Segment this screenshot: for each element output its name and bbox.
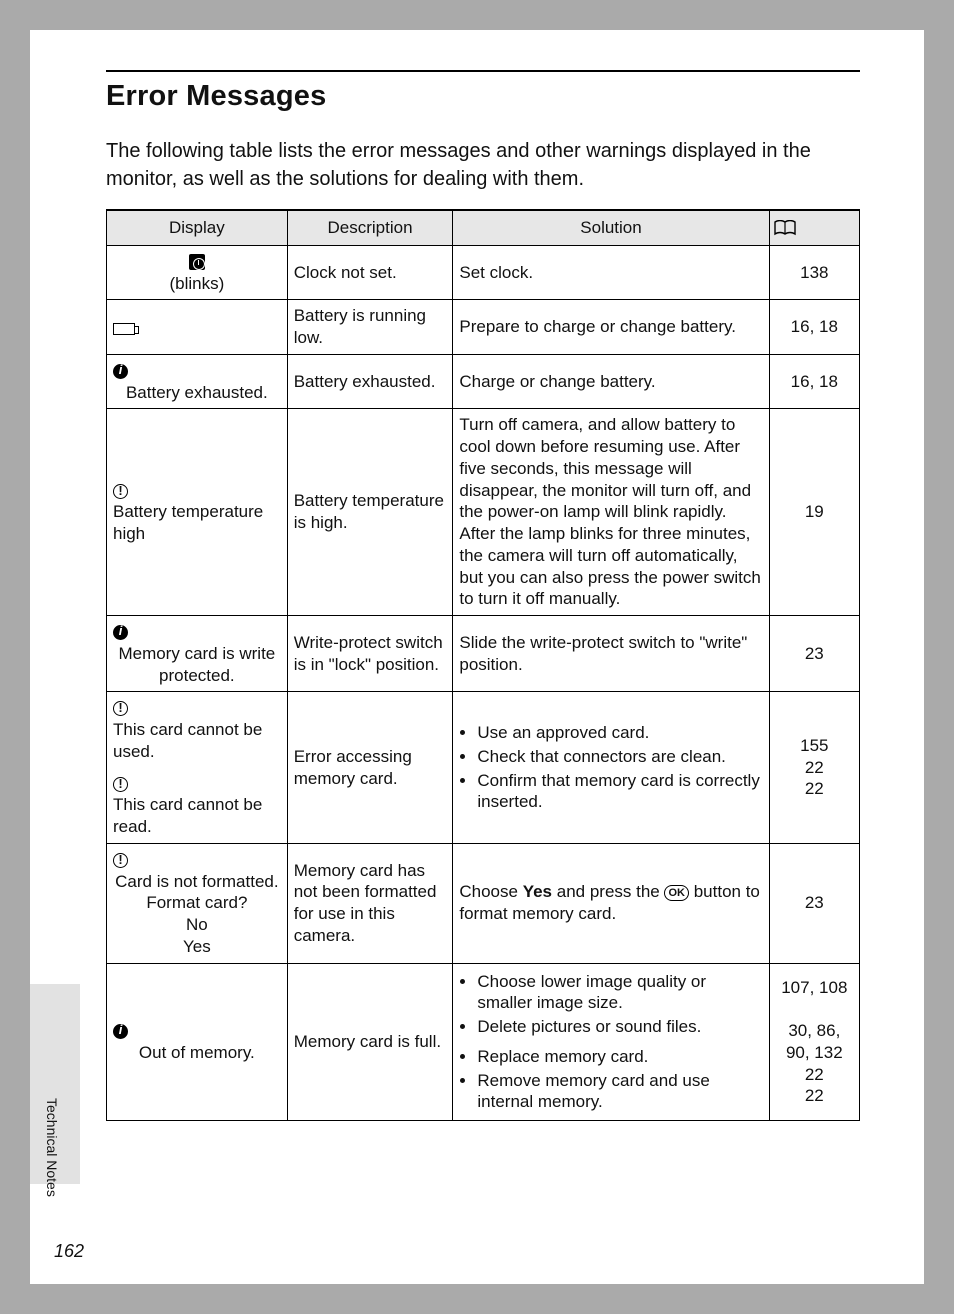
cell-ref: 138 (769, 245, 859, 300)
side-section-label: Technical Notes (44, 1098, 60, 1197)
ok-button-icon: OK (664, 885, 689, 901)
cell-ref: 107, 108 30, 86, 90, 132 22 22 (769, 963, 859, 1121)
cell-description: Battery exhausted. (287, 354, 453, 409)
cell-solution: Prepare to charge or change battery. (453, 300, 769, 355)
cell-ref: 155 22 22 (769, 692, 859, 844)
col-display: Display (107, 210, 288, 245)
table-row: (blinks) Clock not set. Set clock. 138 (107, 245, 860, 300)
cell-display (107, 300, 288, 355)
display-text: (blinks) (169, 274, 224, 293)
warning-icon (113, 853, 128, 868)
cell-ref: 16, 18 (769, 354, 859, 409)
title-rule (106, 70, 860, 72)
cell-solution: Choose lower image quality or smaller im… (453, 963, 769, 1121)
table-row: This card cannot be used. Error accessin… (107, 692, 860, 768)
cell-ref: 16, 18 (769, 300, 859, 355)
col-reference (769, 210, 859, 245)
display-text: No (186, 915, 208, 934)
solution-item: Remove memory card and use internal memo… (477, 1070, 762, 1114)
cell-solution: Use an approved card. Check that connect… (453, 692, 769, 844)
solution-item: Use an approved card. (477, 722, 762, 744)
info-icon (113, 1024, 128, 1039)
intro-text: The following table lists the error mess… (106, 137, 860, 193)
warning-icon (113, 777, 128, 792)
display-text: Battery temperature high (113, 502, 263, 543)
col-solution: Solution (453, 210, 769, 245)
error-messages-table: Display Description Solution (106, 209, 860, 1121)
solution-item: Check that connectors are clean. (477, 746, 762, 768)
cell-ref: 23 (769, 616, 859, 692)
display-text: Out of memory. (139, 1043, 255, 1062)
cell-solution: Choose Yes and press the OK button to fo… (453, 843, 769, 963)
solution-text: and press the (552, 882, 664, 901)
cell-solution: Slide the write-protect switch to "write… (453, 616, 769, 692)
display-text: This card cannot be used. (113, 720, 262, 761)
table-row: Battery temperature high Battery tempera… (107, 409, 860, 616)
cell-display: Memory card is write protected. (107, 616, 288, 692)
cell-description: Error accessing memory card. (287, 692, 453, 844)
solution-bold-yes: Yes (523, 882, 552, 901)
cell-display: (blinks) (107, 245, 288, 300)
section-title: Error Messages (106, 80, 860, 113)
cell-display: Battery temperature high (107, 409, 288, 616)
cell-description: Memory card is full. (287, 963, 453, 1121)
cell-ref: 23 (769, 843, 859, 963)
info-icon (113, 364, 128, 379)
cell-display: This card cannot be used. (107, 692, 288, 768)
warning-icon (113, 701, 128, 716)
display-text: Format card? (146, 893, 247, 912)
cell-solution: Set clock. (453, 245, 769, 300)
table-row: Battery exhausted. Battery exhausted. Ch… (107, 354, 860, 409)
cell-display: Card is not formatted. Format card? No Y… (107, 843, 288, 963)
table-header-row: Display Description Solution (107, 210, 860, 245)
col-description: Description (287, 210, 453, 245)
battery-icon (113, 323, 135, 335)
table-row: Out of memory. Memory card is full. Choo… (107, 963, 860, 1121)
display-text: Battery exhausted. (126, 383, 268, 402)
book-icon (774, 220, 855, 236)
cell-description: Memory card has not been formatted for u… (287, 843, 453, 963)
cell-description: Battery temperature is high. (287, 409, 453, 616)
cell-display: This card cannot be read. (107, 768, 288, 844)
solution-item: Delete pictures or sound files. (477, 1016, 762, 1038)
solution-item: Confirm that memory card is correctly in… (477, 770, 762, 814)
cell-solution: Turn off camera, and allow battery to co… (453, 409, 769, 616)
display-text: Card is not formatted. (115, 872, 278, 891)
cell-ref: 19 (769, 409, 859, 616)
cell-description: Clock not set. (287, 245, 453, 300)
solution-item: Choose lower image quality or smaller im… (477, 971, 762, 1015)
manual-page: Error Messages The following table lists… (30, 30, 924, 1284)
info-icon (113, 625, 128, 640)
cell-display: Battery exhausted. (107, 354, 288, 409)
page-number: 162 (54, 1241, 84, 1262)
cell-description: Write-protect switch is in "lock" positi… (287, 616, 453, 692)
table-row: Battery is running low. Prepare to charg… (107, 300, 860, 355)
cell-display: Out of memory. (107, 963, 288, 1121)
table-row: Memory card is write protected. Write-pr… (107, 616, 860, 692)
display-text: Yes (183, 937, 211, 956)
display-text: This card cannot be read. (113, 795, 262, 836)
solution-text: Choose (459, 882, 522, 901)
clock-icon (189, 254, 205, 270)
cell-description: Battery is running low. (287, 300, 453, 355)
warning-icon (113, 484, 128, 499)
display-text: Memory card is write protected. (118, 644, 275, 685)
table-row: Card is not formatted. Format card? No Y… (107, 843, 860, 963)
solution-item: Replace memory card. (477, 1046, 762, 1068)
cell-solution: Charge or change battery. (453, 354, 769, 409)
